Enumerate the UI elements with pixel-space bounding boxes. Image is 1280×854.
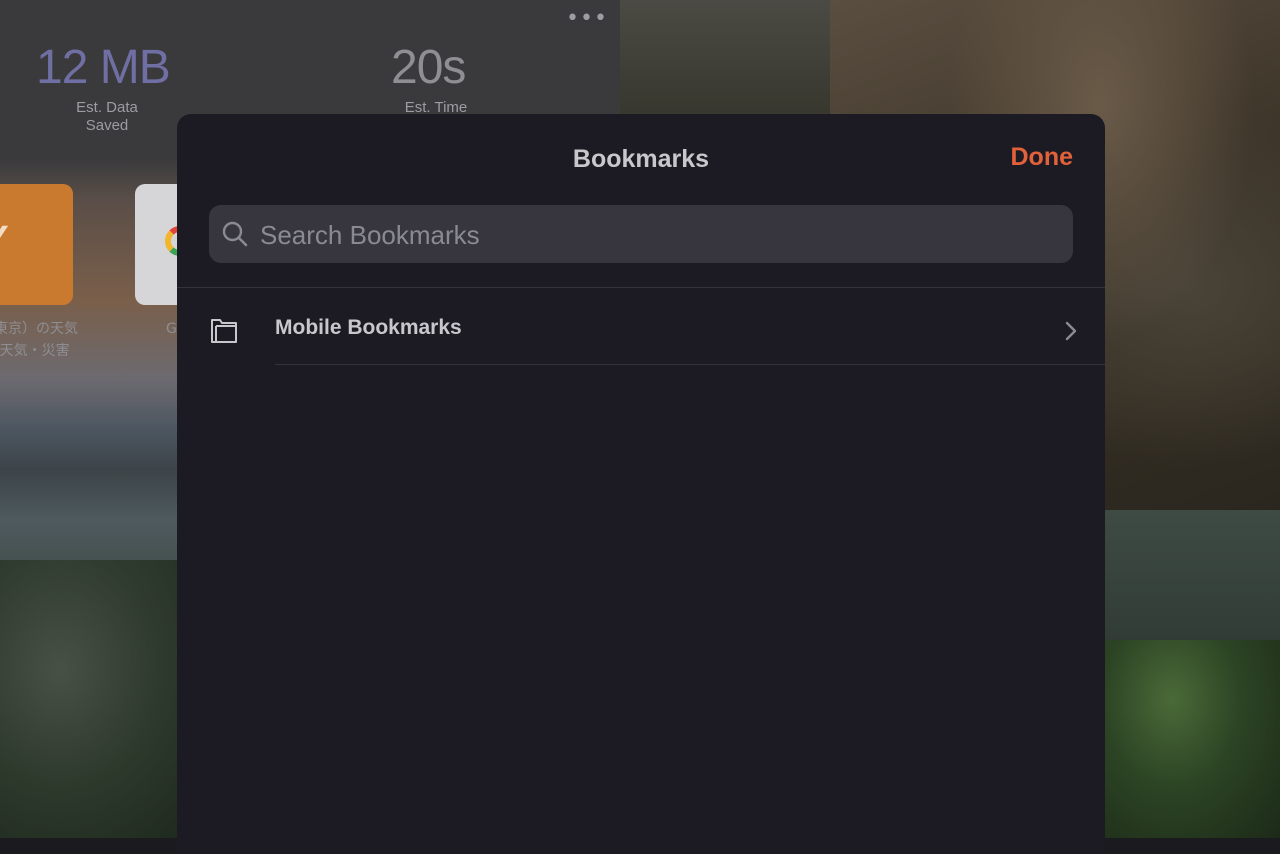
background-moss — [1100, 640, 1280, 838]
search-icon — [222, 221, 248, 247]
search-input[interactable] — [258, 205, 1062, 265]
tile-yahoo-label: 東京）の天気 !天気・災害 — [0, 318, 78, 362]
tile-yahoo-letter: Y — [0, 184, 9, 305]
done-button[interactable]: Done — [1011, 143, 1074, 172]
list-item-label: Mobile Bookmarks — [275, 316, 462, 339]
stat-data-saved-value: 12 MB — [36, 41, 171, 94]
tile-yahoo-label-line2: !天気・災害 — [0, 343, 70, 359]
tile-google-label: G — [166, 321, 177, 337]
stat-time-value: 20s — [391, 41, 466, 94]
background-water — [1100, 510, 1280, 660]
list-item-mobile-bookmarks[interactable]: Mobile Bookmarks — [177, 288, 1105, 365]
divider — [275, 364, 1105, 365]
tile-yahoo-weather[interactable]: Y — [0, 184, 73, 305]
sheet-title: Bookmarks — [572, 145, 710, 173]
stat-data-saved-caption-line2: Saved — [85, 117, 129, 134]
folder-icon — [211, 319, 237, 343]
tile-yahoo-label-line1: 東京）の天気 — [0, 321, 78, 337]
search-bar[interactable] — [209, 205, 1073, 265]
chevron-right-icon — [1065, 321, 1077, 341]
stat-data-saved-caption-line1: Est. Data — [76, 99, 138, 116]
more-options-icon[interactable]: ••• — [566, 6, 608, 31]
background-rocks — [0, 560, 200, 838]
stat-data-saved-caption: Est. Data Saved — [57, 99, 157, 135]
bookmarks-sheet: Bookmarks Done Mobile Bookmarks — [177, 114, 1105, 854]
